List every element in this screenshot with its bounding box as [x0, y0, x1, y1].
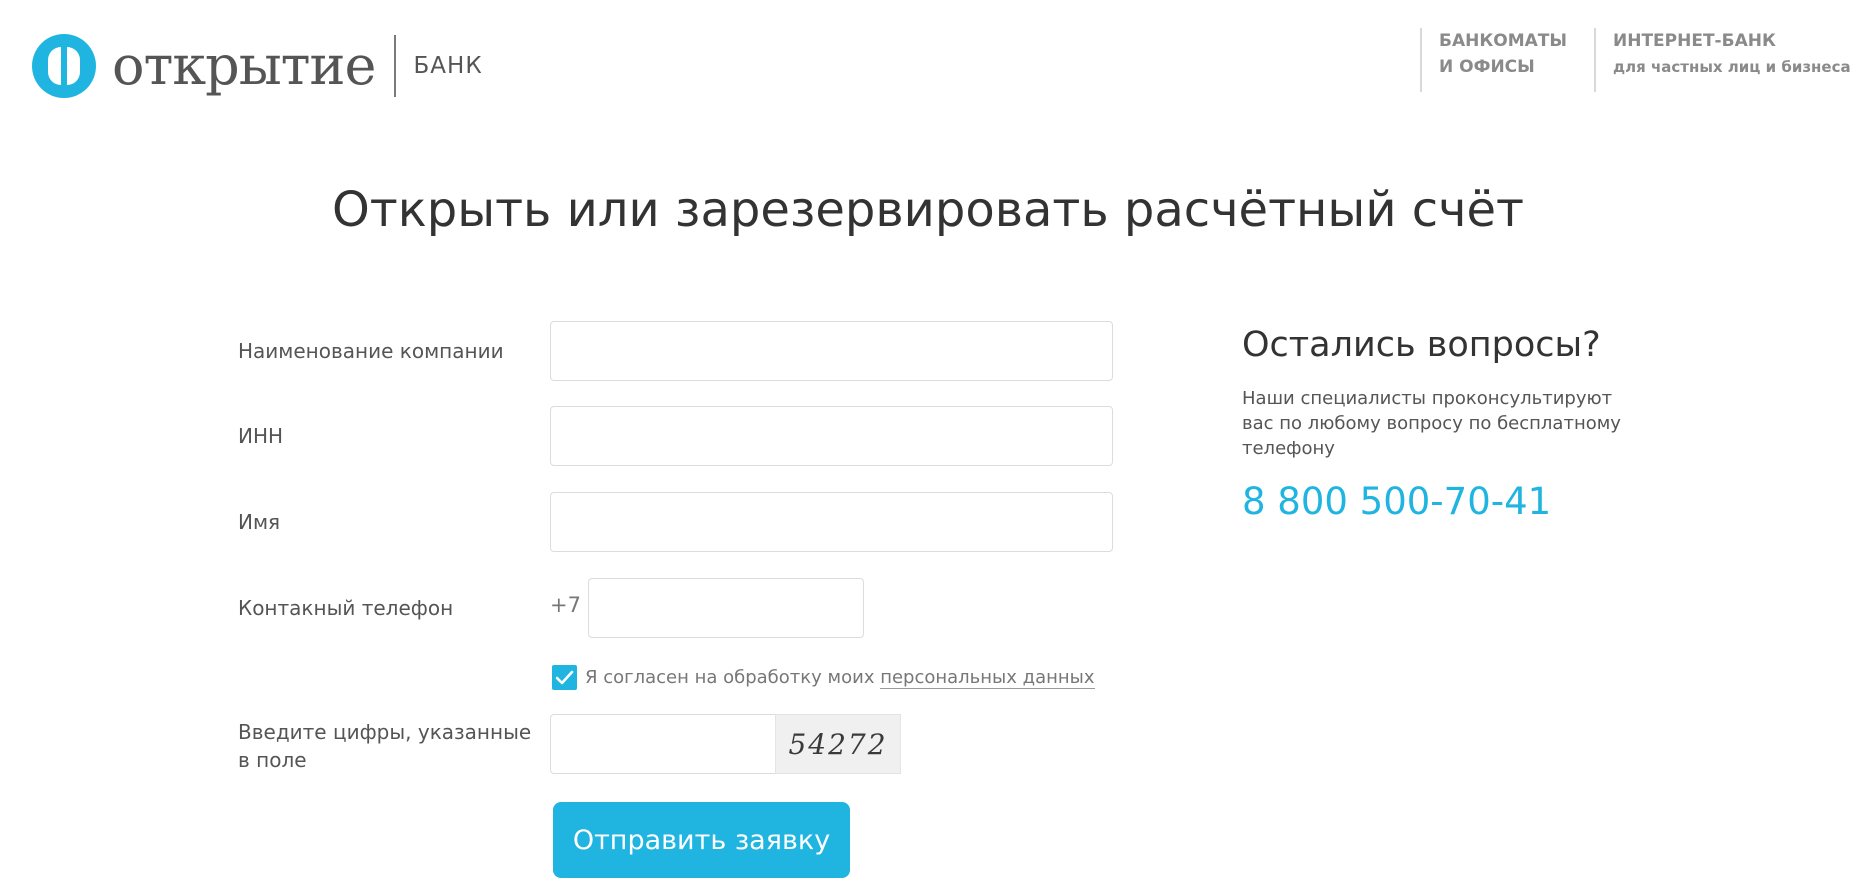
nav-atms-offices[interactable]: БАНКОМАТЫ И ОФИСЫ [1420, 28, 1567, 92]
phone-label: Контакный телефон [238, 596, 454, 620]
questions-text: Наши специалисты проконсультируют вас по… [1242, 388, 1621, 459]
checkmark-icon [555, 670, 574, 684]
company-name-label: Наименование компании [238, 339, 504, 363]
captcha-label-line1: Введите цифры, указанные [238, 720, 532, 744]
submit-button[interactable]: Отправить заявку [553, 802, 850, 878]
captcha-label-line2: в поле [238, 748, 307, 772]
logo-suffix: БАНК [413, 53, 483, 79]
captcha-input[interactable] [550, 714, 776, 774]
nav-ib-line2: для частных лиц и бизнеса [1613, 58, 1851, 76]
captcha-label: Введите цифры, указанные в поле [238, 718, 531, 774]
nav-atms-line2: И ОФИСЫ [1439, 57, 1535, 77]
questions-title: Остались вопросы? [1242, 325, 1601, 365]
consent-label: Я согласен на обработку моих [585, 667, 875, 688]
consent-text: Я согласен на обработку моих персональны… [585, 665, 1095, 691]
personal-data-link[interactable]: персональных данных [880, 667, 1095, 689]
first-name-label: Имя [238, 510, 281, 534]
captcha-code: 54272 [788, 727, 888, 761]
phone-input[interactable] [588, 578, 864, 638]
page-title: Открыть или зарезервировать расчётный сч… [331, 182, 1525, 238]
nav-ib-line1: ИНТЕРНЕТ-БАНК [1613, 31, 1776, 51]
captcha-image: 54272 [775, 714, 901, 774]
page: открытие БАНК БАНКОМАТЫ И ОФИСЫ ИНТЕРНЕТ… [0, 0, 1856, 896]
first-name-input[interactable] [550, 492, 1113, 552]
inn-label: ИНН [238, 424, 284, 448]
inn-input[interactable] [550, 406, 1113, 466]
logo-icon [32, 34, 96, 98]
bank-logo[interactable]: открытие БАНК [32, 34, 483, 98]
phone-prefix: +7 [550, 593, 581, 617]
nav-internet-bank[interactable]: ИНТЕРНЕТ-БАНК для частных лиц и бизнеса [1594, 28, 1851, 92]
consent-checkbox[interactable] [552, 665, 577, 690]
hotline-phone-link[interactable]: 8 800 500-70-41 [1242, 478, 1551, 526]
logo-divider [393, 35, 396, 97]
logo-text: открытие [112, 34, 377, 97]
company-name-input[interactable] [550, 321, 1113, 381]
nav-atms-line1: БАНКОМАТЫ [1439, 31, 1567, 51]
